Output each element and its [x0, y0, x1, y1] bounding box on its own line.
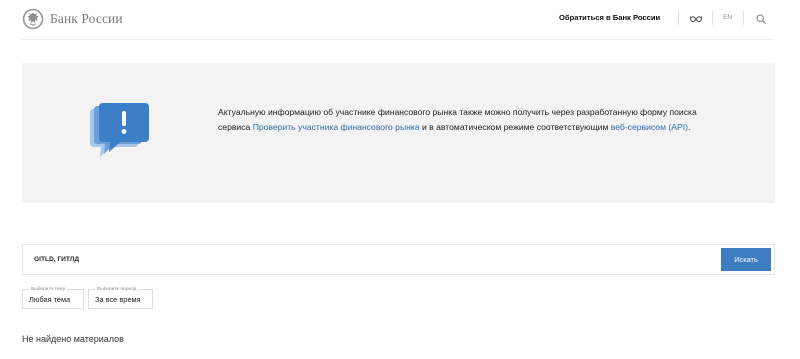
exclamation-chat-icon: [90, 103, 149, 157]
topic-filter-select[interactable]: Выберите тему Любая тема: [22, 286, 84, 309]
no-results-message: Не найдено материалов: [22, 334, 124, 344]
info-panel: Актуальную информацию об участнике финан…: [22, 63, 775, 203]
emblem-icon: [22, 8, 44, 30]
search-input[interactable]: [23, 245, 713, 274]
site-header: Банк России Обратиться в Банк России EN: [0, 0, 800, 40]
language-switch[interactable]: EN: [723, 14, 732, 21]
header-divider: [743, 11, 744, 25]
header-divider-line: [22, 39, 774, 40]
header-divider: [678, 11, 679, 25]
info-text-part: .: [687, 122, 691, 132]
info-text: Актуальную информацию об участнике финан…: [218, 105, 728, 135]
check-participant-link[interactable]: Проверить участника финансового рынка: [253, 122, 420, 132]
search-icon[interactable]: [756, 14, 766, 24]
search-button[interactable]: Искать: [721, 248, 771, 271]
accessibility-glasses-icon[interactable]: [690, 15, 702, 23]
api-web-service-link[interactable]: веб-сервисом (API): [611, 122, 688, 132]
topic-filter-value: Любая тема: [29, 295, 71, 304]
info-text-part: и в автоматическом режиме соответствующи…: [419, 122, 611, 132]
topic-filter-caption: Выберите тему: [29, 286, 68, 293]
period-filter-select[interactable]: Выберите период За все время: [88, 286, 153, 309]
contact-bank-link[interactable]: Обратиться в Банк России: [559, 13, 660, 22]
period-filter-value: За все время: [95, 295, 141, 304]
period-filter-caption: Выберите период: [95, 286, 139, 293]
logo-text: Банк России: [50, 11, 123, 26]
header-divider: [712, 11, 713, 25]
search-box: Искать: [22, 244, 775, 275]
site-logo[interactable]: Банк России: [22, 8, 123, 30]
